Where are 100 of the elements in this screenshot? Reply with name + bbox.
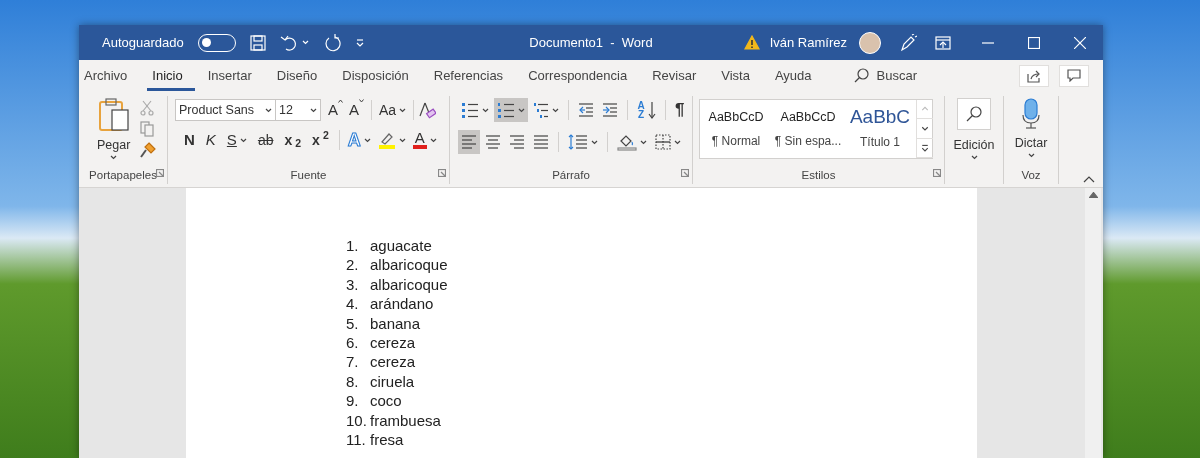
list-number: 10. bbox=[346, 410, 368, 430]
list-item-text: arándano bbox=[370, 294, 434, 314]
sort-arrow-icon bbox=[648, 101, 656, 119]
style-item[interactable]: AaBbC Título 1 bbox=[844, 100, 916, 158]
avatar[interactable] bbox=[859, 31, 881, 54]
font-name-field[interactable]: Product Sans bbox=[175, 99, 276, 121]
menu-tab[interactable]: Disposición bbox=[337, 60, 421, 91]
list-item-text: coco bbox=[370, 391, 402, 411]
style-item[interactable]: AaBbCcD ¶ Sin espa... bbox=[772, 100, 844, 158]
list-item-text: banana bbox=[370, 313, 421, 333]
caret-icon bbox=[429, 137, 437, 143]
menu-tab[interactable]: Vista bbox=[716, 60, 762, 91]
sort-button[interactable]: AZ bbox=[634, 98, 659, 122]
list-item-text: fresa bbox=[370, 429, 404, 450]
redo-icon[interactable] bbox=[322, 33, 341, 52]
dictate-button[interactable]: Dictar bbox=[1010, 96, 1052, 168]
dialog-launcher-icon[interactable] bbox=[156, 168, 164, 177]
paste-label: Pegar bbox=[97, 137, 131, 154]
menu-tab[interactable]: Insertar bbox=[202, 60, 264, 91]
caret-icon bbox=[110, 154, 118, 160]
menu-tab[interactable]: Revisar bbox=[647, 60, 709, 91]
group-label: Fuente bbox=[290, 168, 327, 184]
group-label: Estilos bbox=[801, 168, 836, 184]
maximize-icon bbox=[1028, 36, 1040, 49]
clear-formatting-icon[interactable] bbox=[418, 101, 437, 119]
caret-icon bbox=[970, 154, 978, 160]
editing-button[interactable]: Edición bbox=[949, 96, 999, 168]
format-painter-icon[interactable] bbox=[140, 142, 157, 158]
comment-icon bbox=[1067, 69, 1081, 82]
warning-icon bbox=[743, 35, 760, 50]
close-icon bbox=[1074, 36, 1086, 49]
pen-icon[interactable] bbox=[899, 34, 917, 53]
underline-button[interactable]: S bbox=[221, 128, 252, 152]
paint-bucket-icon bbox=[617, 133, 637, 151]
scroll-up-arrow-icon[interactable] bbox=[1088, 192, 1098, 198]
numbered-list-icon bbox=[497, 102, 515, 118]
share-button[interactable] bbox=[1019, 64, 1049, 87]
scrollbar[interactable] bbox=[1085, 188, 1101, 458]
group-label: Párrafo bbox=[552, 168, 590, 184]
search-icon[interactable] bbox=[853, 68, 869, 83]
paste-button[interactable]: Pegar bbox=[93, 96, 135, 168]
numbering-button[interactable] bbox=[494, 98, 528, 122]
caret-icon bbox=[265, 107, 272, 113]
caret-icon[interactable] bbox=[301, 40, 309, 45]
change-case-button[interactable]: Aa bbox=[376, 98, 410, 122]
dialog-launcher-icon[interactable] bbox=[681, 168, 689, 177]
style-item[interactable]: AaBbCcD ¶ Normal bbox=[700, 100, 772, 158]
caret-icon bbox=[591, 139, 598, 145]
font-color-button[interactable]: A bbox=[409, 128, 440, 152]
menu-tab[interactable]: Diseño bbox=[271, 60, 330, 91]
caret-icon bbox=[674, 139, 681, 145]
document-title: Documento1 - Word bbox=[529, 33, 653, 52]
autosave-label: Autoguardado bbox=[102, 33, 184, 52]
list-number: 11. bbox=[346, 429, 367, 450]
subscript-button[interactable]: x$_{2}$ bbox=[279, 128, 307, 152]
menu-tab[interactable]: Ayuda bbox=[769, 60, 824, 91]
caret-icon bbox=[398, 137, 406, 143]
highlighter-icon bbox=[377, 131, 396, 149]
align-left-icon bbox=[461, 135, 477, 149]
list-number: 6. bbox=[346, 332, 360, 353]
dialog-launcher-icon[interactable] bbox=[438, 168, 446, 177]
menu-tab[interactable]: Correspondencia bbox=[523, 60, 640, 91]
search-icon bbox=[966, 106, 982, 122]
collapse-ribbon-icon[interactable] bbox=[1083, 176, 1095, 183]
save-icon[interactable] bbox=[249, 34, 266, 51]
superscript-button[interactable]: x$^{2}$ bbox=[307, 128, 334, 152]
dialog-launcher-icon[interactable] bbox=[933, 168, 941, 177]
undo-icon[interactable] bbox=[279, 33, 298, 52]
grow-font-button[interactable]: A bbox=[325, 98, 346, 122]
caret-icon bbox=[310, 107, 317, 113]
dictate-label: Dictar bbox=[1014, 135, 1048, 152]
bulleted-list-icon bbox=[461, 102, 479, 118]
list-item-text: aguacate bbox=[370, 236, 432, 256]
caret-icon bbox=[640, 139, 647, 145]
align-center-icon bbox=[485, 135, 501, 149]
list-number: 4. bbox=[346, 294, 360, 314]
show-marks-button[interactable]: ¶ bbox=[672, 98, 688, 122]
user-name[interactable]: Iván Ramírez bbox=[769, 32, 847, 53]
list-number: 8. bbox=[346, 371, 360, 392]
list-number: 1. bbox=[346, 236, 360, 256]
customize-icon[interactable] bbox=[354, 37, 365, 48]
shrink-font-button[interactable]: A bbox=[346, 98, 368, 122]
line-spacing-icon bbox=[568, 134, 588, 150]
ribbon-display-icon[interactable] bbox=[935, 36, 951, 51]
strike-button[interactable]: ab bbox=[252, 128, 279, 152]
italic-button[interactable]: K bbox=[200, 128, 221, 152]
list-item-text: frambuesa bbox=[370, 410, 441, 430]
clipboard-icon bbox=[97, 98, 130, 132]
font-size-field[interactable]: 12 bbox=[276, 99, 321, 121]
increase-indent-icon bbox=[602, 103, 618, 117]
bold-button[interactable]: N bbox=[179, 128, 200, 152]
align-left-button[interactable] bbox=[458, 130, 480, 154]
search-label[interactable]: Buscar bbox=[876, 65, 917, 86]
style-preview: AaBbCcD bbox=[708, 108, 764, 126]
caret-icon bbox=[518, 107, 525, 113]
comments-button[interactable] bbox=[1059, 64, 1089, 87]
menu-tab[interactable]: Archivo bbox=[79, 60, 140, 91]
menu-tab[interactable]: Referencias bbox=[428, 60, 516, 91]
style-preview: AaBbC bbox=[849, 107, 911, 127]
editing-label: Edición bbox=[953, 137, 995, 154]
